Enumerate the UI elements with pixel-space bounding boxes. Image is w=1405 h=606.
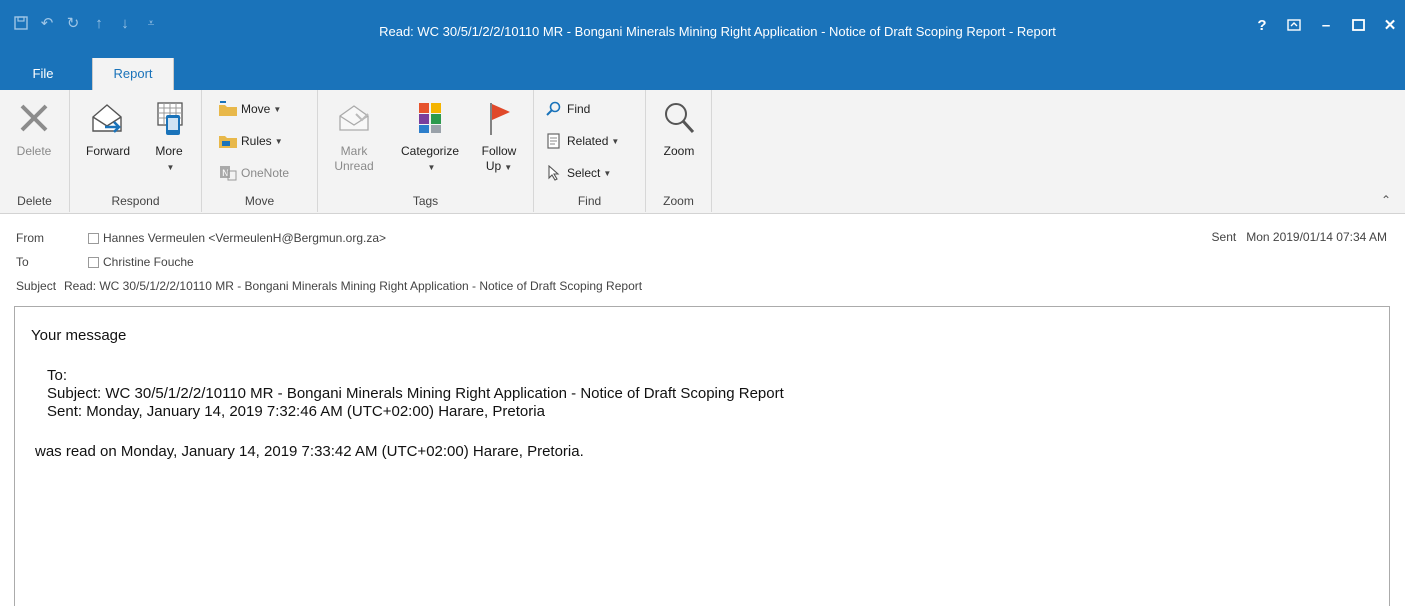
group-delete: Delete Delete xyxy=(0,90,70,212)
window-title: Read: WC 30/5/1/2/2/10110 MR - Bongani M… xyxy=(379,24,1056,39)
mark-unread-icon xyxy=(334,96,374,140)
body-sent: Sent: Monday, January 14, 2019 7:32:46 A… xyxy=(47,403,545,420)
sent-value: Mon 2019/01/14 07:34 AM xyxy=(1246,230,1387,244)
follow-up-flag-icon xyxy=(479,96,519,140)
group-respond: Forward More ▼ Respond xyxy=(70,90,202,212)
rules-button[interactable]: Rules ▼ xyxy=(218,130,283,152)
ribbon-display-icon[interactable] xyxy=(1279,12,1309,38)
delete-button[interactable]: Delete xyxy=(8,96,60,188)
subject-row: Subject Read: WC 30/5/1/2/2/10110 MR - B… xyxy=(0,276,642,296)
message-header: From Hannes Vermeulen <VermeulenH@Bergmu… xyxy=(0,214,1405,306)
group-label: Delete xyxy=(17,194,52,208)
mark-unread-button[interactable]: Mark Unread xyxy=(330,96,378,188)
body-intro: Your message xyxy=(31,327,127,344)
to-checkbox[interactable] xyxy=(88,256,99,268)
group-label: Move xyxy=(244,194,275,208)
window-controls: ? – ✕ xyxy=(1247,12,1405,38)
find-button[interactable]: Find xyxy=(544,98,590,120)
tab-file[interactable]: File xyxy=(6,58,80,90)
close-button[interactable]: ✕ xyxy=(1375,12,1405,38)
categorize-icon xyxy=(410,96,450,140)
to-label: To xyxy=(16,255,29,269)
cursor-arrow-icon xyxy=(544,164,564,182)
tab-report[interactable]: Report xyxy=(92,58,174,90)
body-to: To: xyxy=(47,367,68,384)
subject-value: Read: WC 30/5/1/2/2/10110 MR - Bongani M… xyxy=(64,279,643,293)
zoom-button[interactable]: Zoom xyxy=(654,96,704,188)
magnifier-icon xyxy=(659,96,699,140)
group-label: Tags xyxy=(412,194,439,208)
from-checkbox[interactable] xyxy=(88,232,99,244)
maximize-button[interactable] xyxy=(1343,12,1373,38)
more-button[interactable]: More ▼ xyxy=(146,96,192,188)
forward-icon xyxy=(88,96,128,140)
sent-info: Sent Mon 2019/01/14 07:34 AM xyxy=(1212,230,1387,244)
from-value[interactable]: Hannes Vermeulen <VermeulenH@Bergmun.org… xyxy=(103,231,386,245)
title-bar: ↶ ↻ ↑ ↓ ⩡ Read: WC 30/5/1/2/2/10110 MR -… xyxy=(0,0,1405,58)
select-button[interactable]: Select ▼ xyxy=(544,162,611,184)
from-row: From Hannes Vermeulen <VermeulenH@Bergmu… xyxy=(0,228,386,248)
move-folder-icon xyxy=(218,100,238,118)
ribbon: Delete Delete Forward More ▼ Respond Move… xyxy=(0,90,1405,214)
message-body[interactable]: Your message To: Subject: WC 30/5/1/2/2/… xyxy=(14,306,1390,606)
group-find: Find Related ▼ Select ▼ Find xyxy=(534,90,646,212)
more-respond-icon xyxy=(149,96,189,140)
follow-up-button[interactable]: Follow Up ▼ xyxy=(472,96,526,188)
group-move: Move ▼ Rules ▼ N OneNote Move xyxy=(202,90,318,212)
group-tags: Mark Unread Categorize ▼ Follow Up ▼ Tags xyxy=(318,90,534,212)
minimize-button[interactable]: – xyxy=(1311,12,1341,38)
body-read-receipt: was read on Monday, January 14, 2019 7:3… xyxy=(35,443,584,460)
categorize-button[interactable]: Categorize ▼ xyxy=(390,96,470,188)
onenote-icon: N xyxy=(218,164,238,182)
ribbon-tabs: File Report xyxy=(0,58,1405,90)
group-label: Zoom xyxy=(663,194,694,208)
to-row: To Christine Fouche xyxy=(0,252,194,272)
related-icon xyxy=(544,132,564,150)
search-icon xyxy=(544,100,564,118)
subject-label: Subject xyxy=(16,279,57,293)
to-value[interactable]: Christine Fouche xyxy=(103,255,194,269)
group-label: Find xyxy=(577,194,602,208)
from-label: From xyxy=(16,231,44,245)
onenote-button[interactable]: N OneNote xyxy=(218,162,289,184)
help-button[interactable]: ? xyxy=(1247,12,1277,38)
group-label: Respond xyxy=(111,194,160,208)
sent-label: Sent xyxy=(1211,230,1237,244)
rules-icon xyxy=(218,132,238,150)
collapse-ribbon-chevron-icon[interactable]: ⌃ xyxy=(1381,193,1391,207)
body-subject: Subject: WC 30/5/1/2/2/10110 MR - Bongan… xyxy=(47,385,784,402)
forward-button[interactable]: Forward xyxy=(78,96,138,188)
move-button[interactable]: Move ▼ xyxy=(218,98,281,120)
related-button[interactable]: Related ▼ xyxy=(544,130,619,152)
delete-x-icon xyxy=(14,96,54,140)
group-zoom: Zoom Zoom xyxy=(646,90,712,212)
